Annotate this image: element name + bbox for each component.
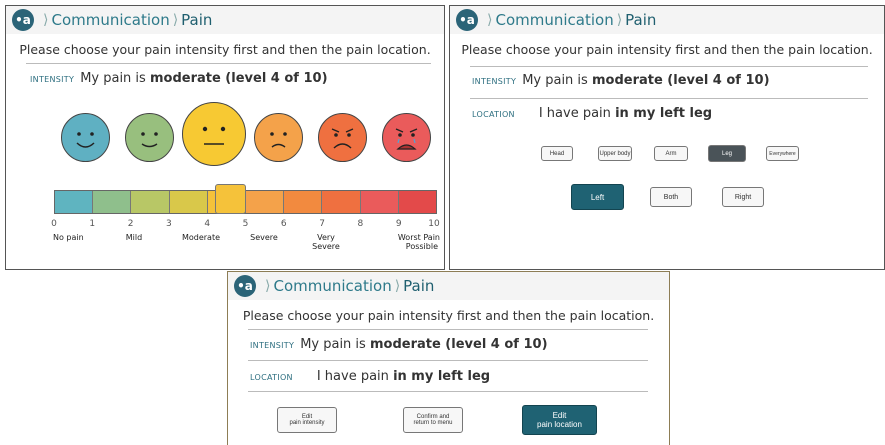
intensity-row: INTENSITY My pain is moderate (level 4 o…: [250, 337, 548, 352]
pain-scale-tick-number: 4: [204, 219, 211, 229]
body-part-head-button[interactable]: Head: [541, 146, 573, 161]
pain-scale-segment[interactable]: [55, 191, 94, 213]
pain-scale-handle[interactable]: [215, 184, 246, 214]
instruction-text: Please choose your pain intensity first …: [242, 308, 655, 323]
intensity-summary: My pain is moderate (level 4 of 10): [522, 73, 770, 88]
scale-word-no-pain: No pain: [53, 233, 84, 242]
face-worst-pain-icon[interactable]: [382, 113, 431, 162]
intensity-label: INTENSITY: [30, 75, 75, 84]
breadcrumb-communication[interactable]: Communication: [273, 277, 391, 295]
pain-summary-panel: •a ⟩ Communication ⟩ Pain Please choose …: [227, 271, 670, 445]
pain-scale-tick-number: 10: [428, 219, 440, 229]
intensity-summary: My pain is moderate (level 4 of 10): [80, 71, 328, 86]
scale-word-severe: Severe: [250, 233, 278, 242]
pain-scale-tick-number: 5: [242, 219, 249, 229]
intensity-row: INTENSITY My pain is moderate (level 4 o…: [472, 73, 770, 88]
intensity-summary: My pain is moderate (level 4 of 10): [300, 337, 548, 352]
pain-scale-tick-number: 1: [89, 219, 96, 229]
scale-word-moderate: Moderate: [181, 233, 221, 242]
face-moderate-icon[interactable]: [182, 102, 246, 166]
pain-scale-segment[interactable]: [169, 191, 208, 213]
body-part-leg-button[interactable]: Leg: [708, 145, 746, 162]
divider: [248, 360, 648, 361]
pain-scale-segment[interactable]: [131, 191, 170, 213]
instruction-text: Please choose your pain intensity first …: [461, 42, 873, 57]
scale-word-worst-pain: Worst Pain: [397, 233, 440, 242]
breadcrumb-communication[interactable]: Communication: [51, 11, 169, 29]
side-right-button[interactable]: Right: [722, 187, 764, 207]
breadcrumb-separator: ⟩: [394, 278, 401, 294]
location-label: LOCATION: [472, 110, 515, 119]
pain-location-panel: •a ⟩ Communication ⟩ Pain Please choose …: [449, 5, 885, 270]
pain-scale-tick-number: 2: [127, 219, 134, 229]
face-very-severe-icon[interactable]: [318, 113, 367, 162]
face-no-pain-icon[interactable]: [61, 113, 110, 162]
pain-scale-segment[interactable]: [322, 191, 361, 213]
breadcrumb-separator: ⟩: [43, 12, 49, 28]
side-left-button[interactable]: Left: [571, 184, 624, 210]
divider: [26, 63, 431, 64]
location-row: LOCATION I have pain in my left leg: [472, 106, 712, 121]
pain-intensity-panel: •a ⟩ Communication ⟩ Pain Please choose …: [5, 5, 445, 270]
pain-scale-segment[interactable]: [398, 191, 437, 213]
breadcrumb-separator: ⟩: [487, 12, 493, 28]
breadcrumb-communication[interactable]: Communication: [495, 11, 613, 29]
header-bar: •a ⟩ Communication ⟩ Pain: [6, 6, 444, 34]
header-bar: •a ⟩ Communication ⟩ Pain: [450, 6, 884, 34]
scale-word-mild: Mild: [125, 233, 143, 242]
instruction-text: Please choose your pain intensity first …: [19, 42, 431, 57]
breadcrumb-current: Pain: [625, 11, 657, 29]
breadcrumb-current: Pain: [403, 277, 435, 295]
breadcrumb-separator: ⟩: [265, 278, 271, 294]
body-part-everywhere-button[interactable]: Everywhere: [766, 146, 799, 161]
pain-scale-segment[interactable]: [93, 191, 132, 213]
confirm-return-button[interactable]: Confirm and return to menu: [403, 407, 463, 433]
header-bar: •a ⟩ Communication ⟩ Pain: [228, 272, 669, 300]
pain-scale-tick-number: 6: [280, 219, 287, 229]
app-logo-icon[interactable]: •a: [456, 9, 478, 31]
location-summary: I have pain in my left leg: [316, 369, 491, 384]
face-mild-icon[interactable]: [125, 113, 174, 162]
scale-word-very: Very: [317, 233, 335, 242]
divider: [470, 98, 868, 99]
intensity-label: INTENSITY: [472, 77, 517, 86]
pain-scale-segment[interactable]: [246, 191, 285, 213]
pain-scale-segment[interactable]: [360, 191, 399, 213]
side-both-button[interactable]: Both: [650, 187, 692, 207]
edit-pain-intensity-button[interactable]: Edit pain intensity: [277, 407, 337, 433]
divider: [470, 66, 868, 67]
pain-scale-tick-number: 3: [166, 219, 172, 229]
breadcrumb-current: Pain: [181, 11, 213, 29]
edit-pain-location-button[interactable]: Edit pain location: [522, 405, 597, 435]
body-part-arm-button[interactable]: Arm: [654, 146, 688, 161]
pain-scale-tick-number: 8: [357, 219, 364, 229]
pain-scale-tick-number: 9: [395, 219, 402, 229]
pain-scale-tick-number: 7: [319, 219, 325, 229]
scale-word-possible: Possible: [405, 242, 438, 251]
pain-scale-segment[interactable]: [284, 191, 323, 213]
pain-scale-tick-number: 0: [51, 219, 57, 229]
app-logo-icon[interactable]: •a: [234, 275, 256, 297]
breadcrumb-separator: ⟩: [616, 12, 623, 28]
intensity-row: INTENSITY My pain is moderate (level 4 o…: [30, 71, 328, 86]
scale-word-severe-2: Severe: [312, 242, 340, 251]
location-row: LOCATION I have pain in my left leg: [250, 369, 490, 384]
body-part-upper-body-button[interactable]: Upper body: [598, 146, 632, 161]
intensity-label: INTENSITY: [250, 341, 295, 350]
divider: [248, 329, 648, 330]
face-severe-icon[interactable]: [254, 113, 303, 162]
location-summary: I have pain in my left leg: [538, 106, 713, 121]
divider: [248, 391, 648, 392]
breadcrumb-separator: ⟩: [172, 12, 179, 28]
app-logo-icon[interactable]: •a: [12, 9, 34, 31]
location-label: LOCATION: [250, 373, 293, 382]
